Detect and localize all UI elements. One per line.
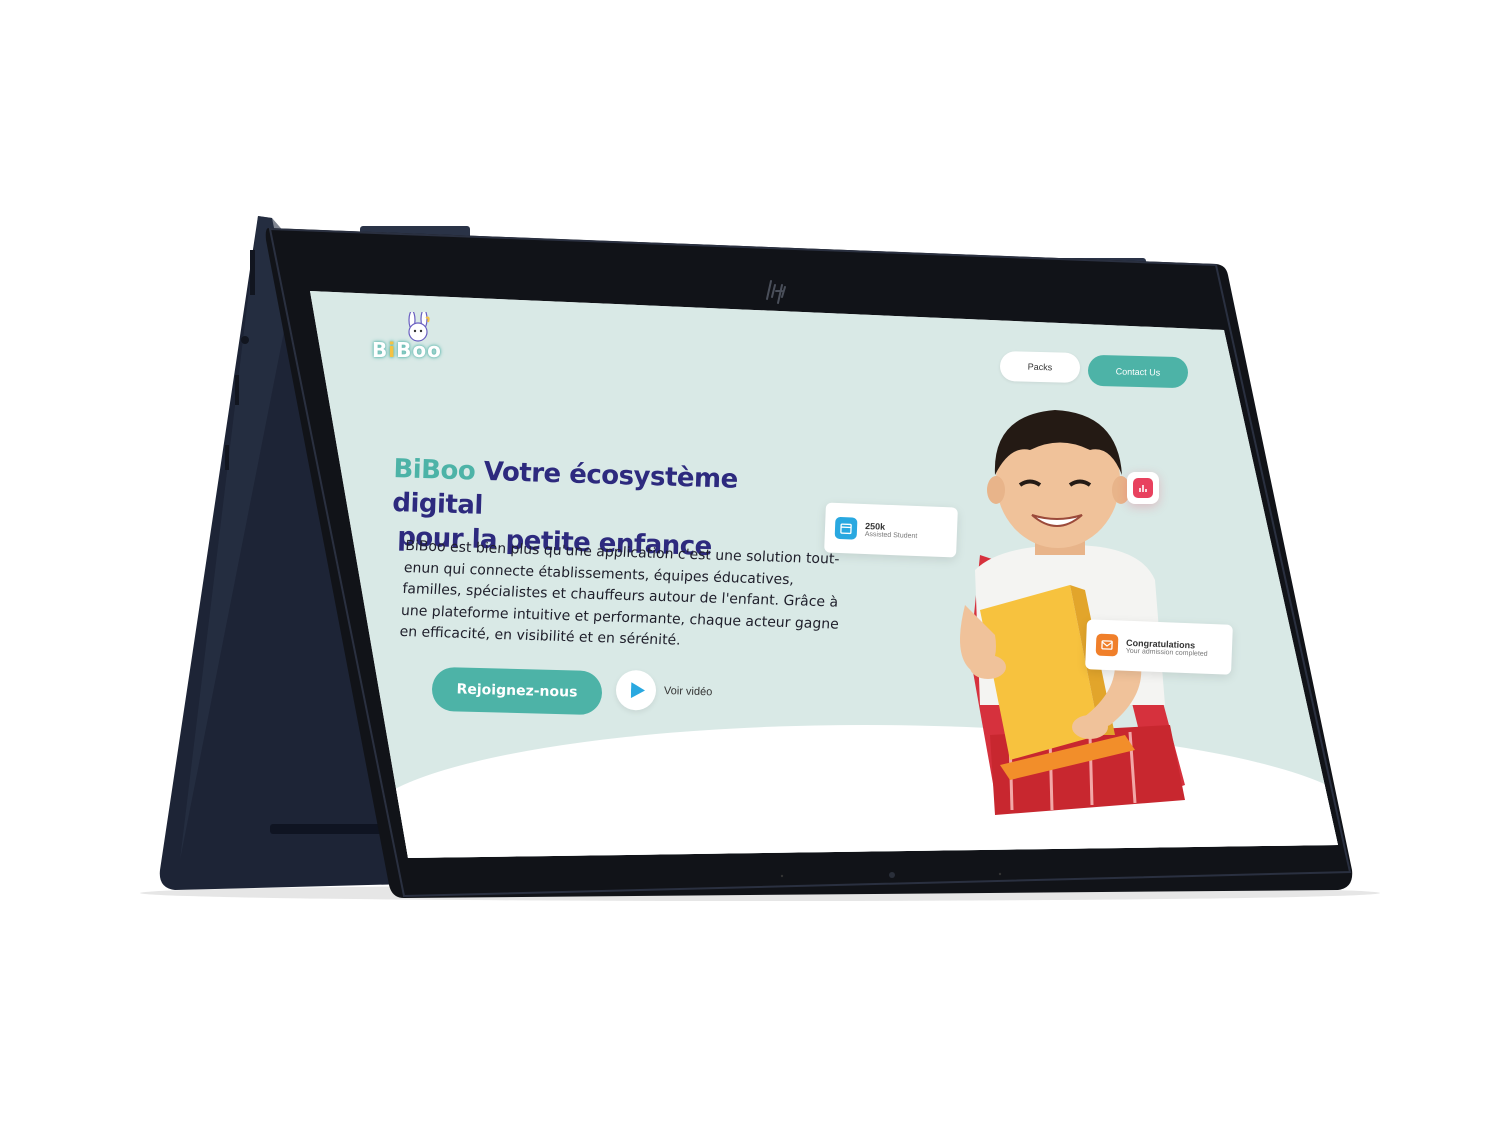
bar-chart-icon	[1133, 478, 1153, 498]
hp-logo-icon	[766, 280, 786, 304]
mail-icon	[1095, 633, 1119, 657]
join-us-button[interactable]: Rejoignez-nous	[431, 666, 603, 716]
contact-us-button[interactable]: Contact Us	[1087, 354, 1189, 389]
students-label: Assisted Student	[864, 530, 918, 540]
hero-description: BiBoo est bien plus qu'une application c…	[399, 537, 840, 649]
hero-title-brand: BiBoo	[392, 453, 476, 487]
play-button[interactable]	[615, 669, 657, 711]
biboo-logo[interactable]: BiBoo	[372, 312, 442, 376]
nav-packs-button[interactable]: Packs	[999, 350, 1081, 384]
child-with-book-image	[960, 410, 1185, 815]
chart-badge	[1127, 472, 1159, 504]
assisted-students-card: 250k Assisted Student	[824, 502, 958, 558]
watch-video-label: Voir vidéo	[663, 684, 713, 699]
play-icon	[630, 682, 645, 699]
admission-congrats-card: Congratulations Your admission completed	[1085, 619, 1233, 675]
calendar-icon	[834, 516, 858, 540]
watch-video-link[interactable]: Voir vidéo	[615, 669, 713, 713]
logo-wordmark: BiBoo	[372, 338, 442, 362]
